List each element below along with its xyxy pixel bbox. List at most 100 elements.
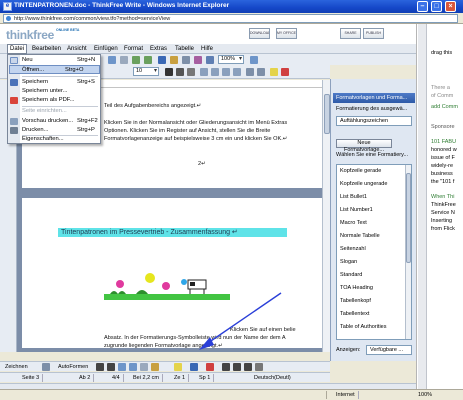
align-left-icon[interactable] xyxy=(200,68,208,76)
style-item[interactable]: TOA Heading xyxy=(340,284,373,292)
file-menu-dropdown: Neu Strg+N Öffnen... Strg+O Speichern Strg+… xyxy=(7,54,101,144)
highlight-icon[interactable] xyxy=(270,68,278,76)
textbox-icon[interactable] xyxy=(140,363,148,371)
style-item[interactable]: List Bullet1 xyxy=(340,193,367,201)
underline-icon[interactable] xyxy=(187,68,195,76)
show-select[interactable]: Verfügbare ... xyxy=(366,345,412,355)
align-right-icon[interactable] xyxy=(222,68,230,76)
close-button[interactable]: × xyxy=(445,1,456,12)
undo-icon[interactable] xyxy=(132,56,140,64)
image-icon[interactable] xyxy=(151,363,159,371)
menu-tabelle[interactable]: Tabelle xyxy=(175,45,194,53)
status-line: Ze 1 xyxy=(174,374,190,382)
paste-icon[interactable] xyxy=(108,56,116,64)
style-item[interactable]: Tabellentext xyxy=(340,310,369,318)
bullets-icon[interactable] xyxy=(257,68,265,76)
fill-color-icon[interactable] xyxy=(174,363,182,371)
line-color-icon[interactable] xyxy=(190,363,198,371)
url-field[interactable]: http://www.thinkfree.com/common/view.tfo… xyxy=(3,14,458,23)
sidebar-text: of Comm xyxy=(431,93,454,99)
oval-icon[interactable] xyxy=(129,363,137,371)
share-button[interactable]: SHARE xyxy=(340,28,361,39)
menu-item-print-preview[interactable]: Vorschau drucken... Strg+F2 xyxy=(22,117,100,126)
menu-item-open[interactable]: Öffnen... Strg+O xyxy=(9,65,100,74)
show-label: Anzeigen: xyxy=(336,347,361,353)
menu-extras[interactable]: Extras xyxy=(150,45,167,53)
app-status-bar: Seite 3 Ab 2 4/4 Bei 2,2 cm Ze 1 Sp 1 De… xyxy=(0,372,330,382)
zoom-select[interactable]: 100% xyxy=(218,55,244,64)
security-zone: Internet xyxy=(326,391,359,399)
shadow-icon[interactable] xyxy=(255,363,263,371)
draw-menu[interactable]: Zeichnen xyxy=(5,363,31,371)
menu-bearbeiten[interactable]: Bearbeiten xyxy=(32,45,61,53)
menu-format[interactable]: Format xyxy=(124,45,143,53)
sidebar-link[interactable]: When Thi xyxy=(431,194,454,201)
menu-item-save-pdf[interactable]: Speichern als PDF... xyxy=(22,96,100,105)
justify-icon[interactable] xyxy=(233,68,241,76)
current-style-field[interactable]: Auftählungszeichen xyxy=(336,116,412,126)
scrollbar-thumb[interactable] xyxy=(406,173,411,263)
style-item[interactable]: List Number1 xyxy=(340,206,373,214)
font-size-select[interactable]: 10 xyxy=(133,67,159,76)
select-pointer-icon[interactable] xyxy=(42,363,50,371)
menu-ansicht[interactable]: Ansicht xyxy=(67,45,87,53)
rectangle-icon[interactable] xyxy=(118,363,126,371)
font-color-icon[interactable] xyxy=(281,68,289,76)
text-color-icon[interactable] xyxy=(206,363,214,371)
arrow-style-icon[interactable] xyxy=(244,363,252,371)
numbering-icon[interactable] xyxy=(246,68,254,76)
columns-icon[interactable] xyxy=(182,56,190,64)
title-bar: e TINTENPATRONEN.doc - ThinkFree Write -… xyxy=(0,0,463,13)
style-item[interactable]: Tabellenkopf xyxy=(340,297,371,305)
style-item[interactable]: Macro Text xyxy=(340,219,367,227)
style-item[interactable]: Slogan xyxy=(340,258,357,266)
line-style-icon[interactable] xyxy=(222,363,230,371)
show-formatting-icon[interactable] xyxy=(206,56,214,64)
line-icon[interactable] xyxy=(96,363,104,371)
menu-item-properties[interactable]: Eigenschaften... xyxy=(22,135,100,144)
publish-button[interactable]: PUBLISH xyxy=(363,28,384,39)
document-scrollbar[interactable] xyxy=(322,80,330,352)
help-icon[interactable] xyxy=(250,56,258,64)
zoom-level[interactable]: 100% xyxy=(418,391,435,399)
hyperlink-icon[interactable] xyxy=(158,56,166,64)
style-item[interactable]: Kopfzeile ungerade xyxy=(340,180,387,188)
menu-item-new[interactable]: Neu Strg+N xyxy=(22,56,100,65)
dash-style-icon[interactable] xyxy=(233,363,241,371)
sidebar-link[interactable]: add Comm xyxy=(431,104,458,111)
status-column: Sp 1 xyxy=(199,374,215,382)
maximize-button[interactable]: □ xyxy=(431,1,442,12)
arrow-icon[interactable] xyxy=(107,363,115,371)
menu-item-save-as[interactable]: Speichern unter... xyxy=(22,87,100,96)
page-scrollbar[interactable] xyxy=(418,24,427,389)
style-item[interactable]: Table of Authorities xyxy=(340,323,386,331)
doc-line: Formatvorlagenanzeige auf beispielsweise… xyxy=(104,136,288,142)
status-pages: 4/4 xyxy=(112,374,124,382)
align-center-icon[interactable] xyxy=(211,68,219,76)
download-button[interactable]: DOWNLOAD xyxy=(249,28,270,39)
new-style-button[interactable]: Neue Formatvorlage... xyxy=(336,139,392,153)
style-list-scrollbar[interactable] xyxy=(405,165,411,339)
blue-arrow-annotation xyxy=(199,292,282,350)
sidebar-link[interactable]: 101 FABU xyxy=(431,139,456,146)
minimize-button[interactable]: – xyxy=(417,1,428,12)
style-item[interactable]: Kopfzeile gerade xyxy=(340,167,381,175)
drawing-icon[interactable] xyxy=(194,56,202,64)
my-office-button[interactable]: MY OFFICE xyxy=(276,28,297,39)
menu-einfuegen[interactable]: Einfügen xyxy=(94,45,118,53)
style-item[interactable]: Standard xyxy=(340,271,362,279)
table-icon[interactable] xyxy=(170,56,178,64)
style-item[interactable]: Normale Tabelle xyxy=(340,232,380,240)
menu-datei[interactable]: Datei xyxy=(7,44,28,54)
bold-icon[interactable] xyxy=(165,68,173,76)
autoforms-menu[interactable]: AutoFormen xyxy=(58,363,91,371)
style-item[interactable]: Seitenzahl xyxy=(340,245,366,253)
menu-item-page-setup: Seite einrichten... xyxy=(22,108,67,114)
format-painter-icon[interactable] xyxy=(120,56,128,64)
menu-hilfe[interactable]: Hilfe xyxy=(201,45,213,53)
menu-item-print[interactable]: Drucken... Strg+P xyxy=(22,126,100,135)
menu-item-save[interactable]: Speichern Strg+S xyxy=(22,78,100,87)
italic-icon[interactable] xyxy=(176,68,184,76)
redo-icon[interactable] xyxy=(144,56,152,64)
style-list[interactable]: Kopfzeile gerade Kopfzeile ungerade List… xyxy=(336,164,412,340)
